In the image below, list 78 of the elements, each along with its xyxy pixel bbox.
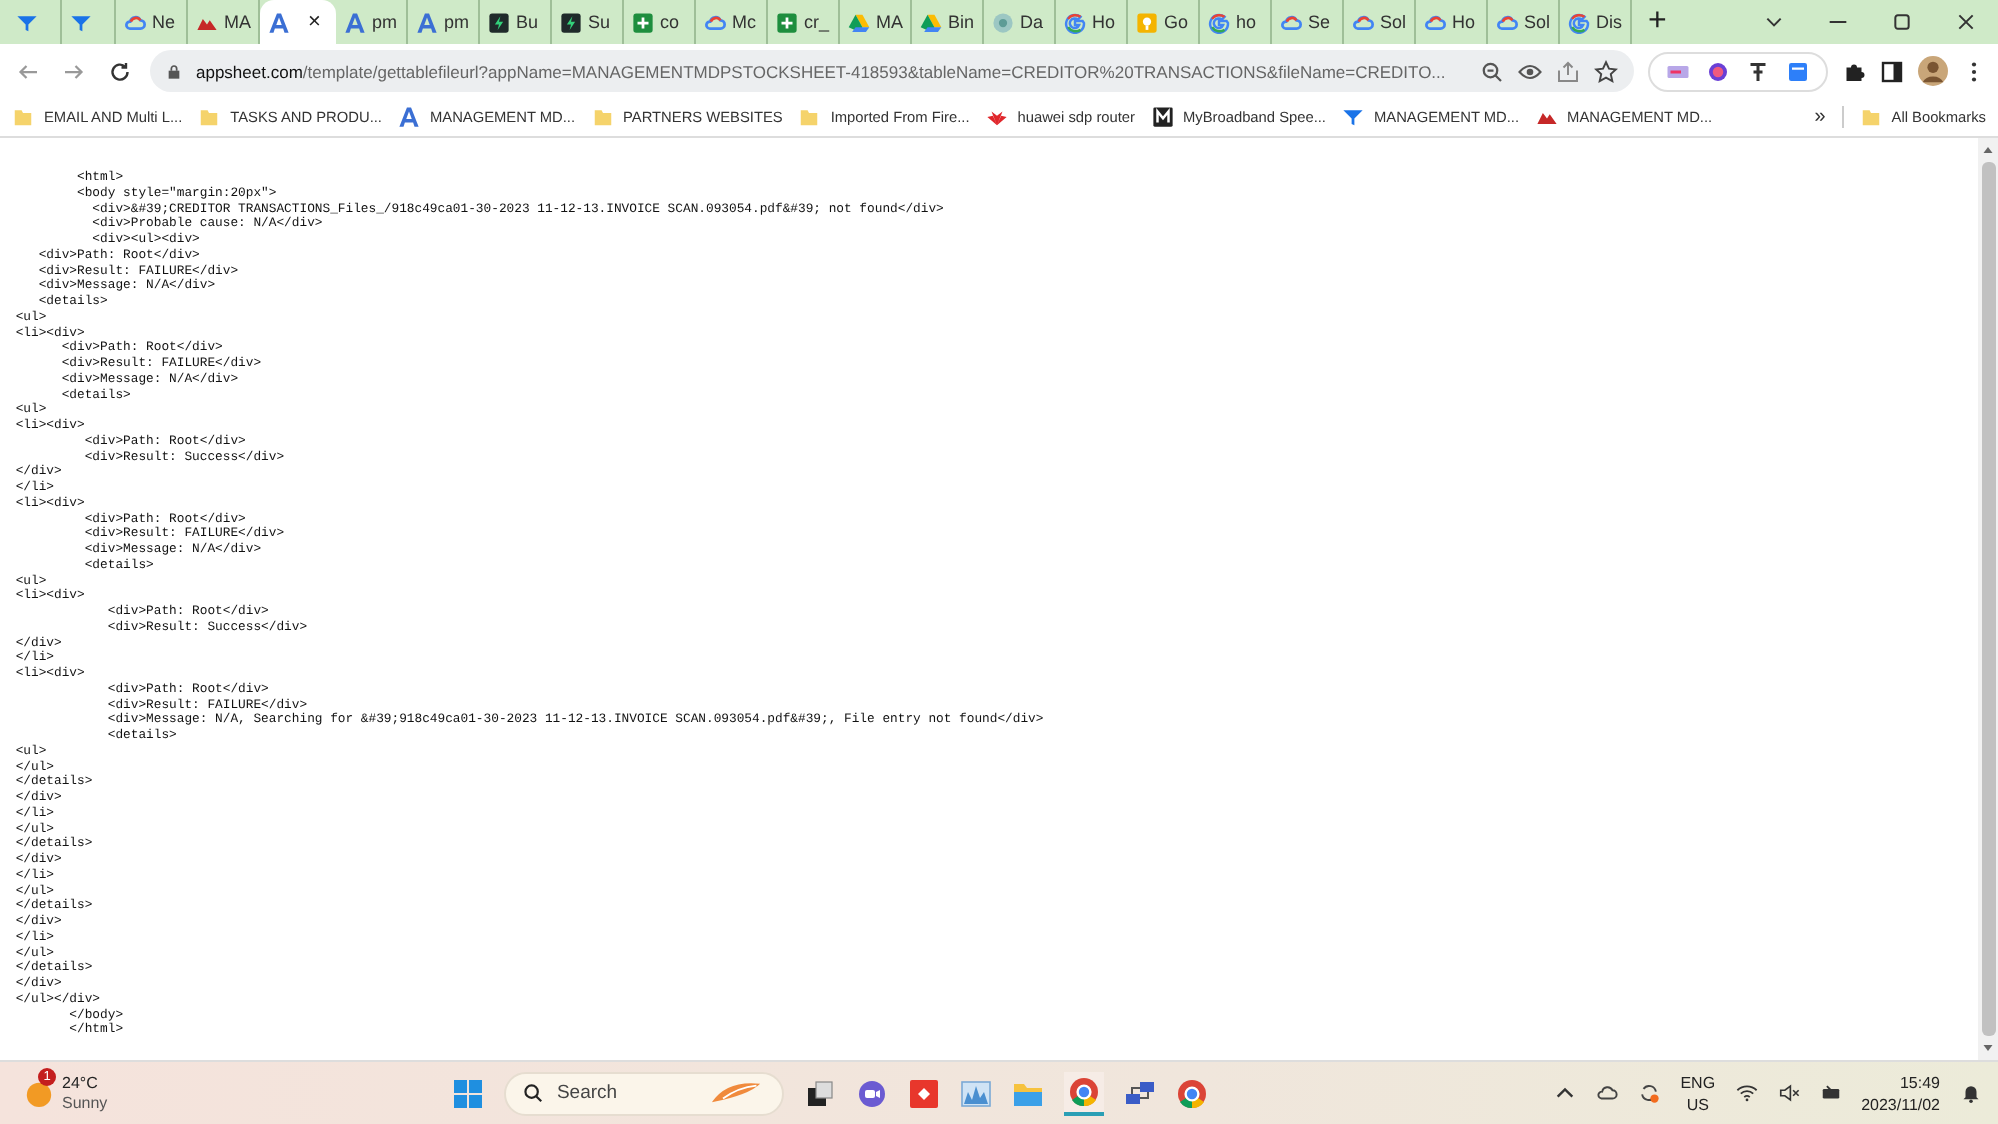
url-text: appsheet.com/template/gettablefileurl?appName=MANAGEMENTMDPSTOCKSHEET-418593&tableName=CREDITOR%20TRANSACTIONS&fileName=CREDITO... bbox=[196, 61, 1448, 81]
cloud-icon[interactable] bbox=[1596, 1082, 1619, 1104]
weather-condition-text: Sunny bbox=[62, 1093, 108, 1113]
taskbar-search-field[interactable]: Search bbox=[504, 1071, 785, 1115]
cloud-icon bbox=[1352, 11, 1374, 33]
cloud-icon bbox=[1280, 11, 1302, 33]
folder-icon bbox=[591, 106, 614, 128]
m-logo-icon bbox=[1151, 106, 1173, 128]
drive-icon bbox=[920, 11, 942, 33]
scroll-up-icon[interactable] bbox=[1982, 144, 1994, 156]
speaker-muted-icon[interactable] bbox=[1777, 1082, 1800, 1104]
chat-icon[interactable] bbox=[856, 1077, 889, 1109]
reload-icon[interactable] bbox=[108, 59, 132, 83]
folder-icon bbox=[1859, 106, 1882, 128]
address-bar[interactable]: appsheet.com/template/gettablefileurl?appName=MANAGEMENTMDPSTOCKSHEET-418593&tableName=CREDITOR%20TRANSACTIONS&fileName=CREDITO... bbox=[150, 50, 1634, 92]
temperature-text: 24°C bbox=[62, 1073, 100, 1093]
zoom-icon[interactable] bbox=[1480, 59, 1504, 83]
side-panel-icon[interactable] bbox=[1880, 59, 1904, 83]
browser-icon[interactable] bbox=[1064, 1071, 1105, 1115]
bolt-icon bbox=[488, 11, 510, 33]
sheet-icon bbox=[776, 11, 798, 33]
close-icon[interactable] bbox=[1956, 12, 1976, 32]
back-arrow-icon[interactable] bbox=[16, 59, 40, 83]
chart-app-icon[interactable] bbox=[960, 1077, 993, 1109]
note-icon[interactable] bbox=[1786, 59, 1810, 83]
star-icon[interactable] bbox=[1594, 59, 1618, 83]
search-highlight-drawing bbox=[708, 1080, 765, 1106]
sheet-icon bbox=[632, 11, 654, 33]
new-tab-button[interactable]: + bbox=[1632, 6, 1683, 38]
folder-icon bbox=[798, 106, 821, 128]
folder-icon bbox=[12, 106, 34, 128]
cloud-icon bbox=[124, 11, 146, 33]
bulb-icon bbox=[1136, 11, 1158, 33]
orb-icon[interactable] bbox=[1706, 59, 1730, 83]
funnel-icon bbox=[1342, 106, 1364, 128]
folder-icon bbox=[198, 106, 221, 128]
cloud-icon bbox=[1496, 11, 1518, 33]
chevron-down-icon[interactable] bbox=[1764, 12, 1784, 32]
a-logo-icon bbox=[344, 11, 366, 33]
bell-icon[interactable] bbox=[1960, 1082, 1983, 1104]
cloud-icon bbox=[1424, 11, 1446, 33]
lock-icon bbox=[166, 63, 182, 79]
scroll-down-icon[interactable] bbox=[1982, 1042, 1994, 1054]
g-logo-icon bbox=[1208, 11, 1230, 33]
funnel-icon bbox=[16, 11, 38, 33]
network-computers-icon[interactable] bbox=[1124, 1077, 1157, 1109]
language-text[interactable]: ENG bbox=[1680, 1071, 1716, 1093]
search-icon bbox=[522, 1082, 545, 1104]
a-logo-icon bbox=[397, 106, 420, 128]
browser-icon[interactable] bbox=[1176, 1077, 1209, 1109]
flower-icon bbox=[985, 106, 1008, 128]
region-text[interactable]: US bbox=[1686, 1093, 1709, 1115]
forward-arrow-icon[interactable] bbox=[62, 59, 86, 83]
app-icon[interactable] bbox=[908, 1077, 941, 1109]
puzzle-icon[interactable] bbox=[1842, 59, 1866, 83]
share-icon[interactable] bbox=[1556, 59, 1580, 83]
wifi-icon[interactable] bbox=[1735, 1082, 1758, 1104]
date-text[interactable]: 2023/11/02 bbox=[1861, 1093, 1941, 1115]
more-bookmarks-button[interactable]: » bbox=[1806, 106, 1844, 128]
a-logo-icon bbox=[268, 11, 290, 33]
disc-icon bbox=[992, 11, 1014, 33]
cloud-icon bbox=[704, 11, 726, 33]
task-view-icon[interactable] bbox=[804, 1077, 837, 1109]
restore-icon[interactable] bbox=[1892, 12, 1912, 32]
funnel-icon bbox=[70, 11, 92, 33]
scroll-thumb[interactable] bbox=[1981, 162, 1995, 1036]
drive-icon bbox=[848, 11, 870, 33]
browser-tab[interactable]: × bbox=[260, 0, 336, 44]
bolt-icon bbox=[560, 11, 582, 33]
sync-icon[interactable] bbox=[1638, 1082, 1661, 1104]
windows-logo-icon[interactable] bbox=[452, 1077, 485, 1109]
sun-icon[interactable] bbox=[24, 1078, 54, 1108]
g-logo-icon bbox=[1568, 11, 1590, 33]
time-text[interactable]: 15:49 bbox=[1899, 1071, 1941, 1093]
eye-icon[interactable] bbox=[1518, 59, 1542, 83]
g-logo-icon bbox=[1064, 11, 1086, 33]
avatar-icon[interactable] bbox=[1918, 56, 1948, 86]
a-logo-icon bbox=[416, 11, 438, 33]
